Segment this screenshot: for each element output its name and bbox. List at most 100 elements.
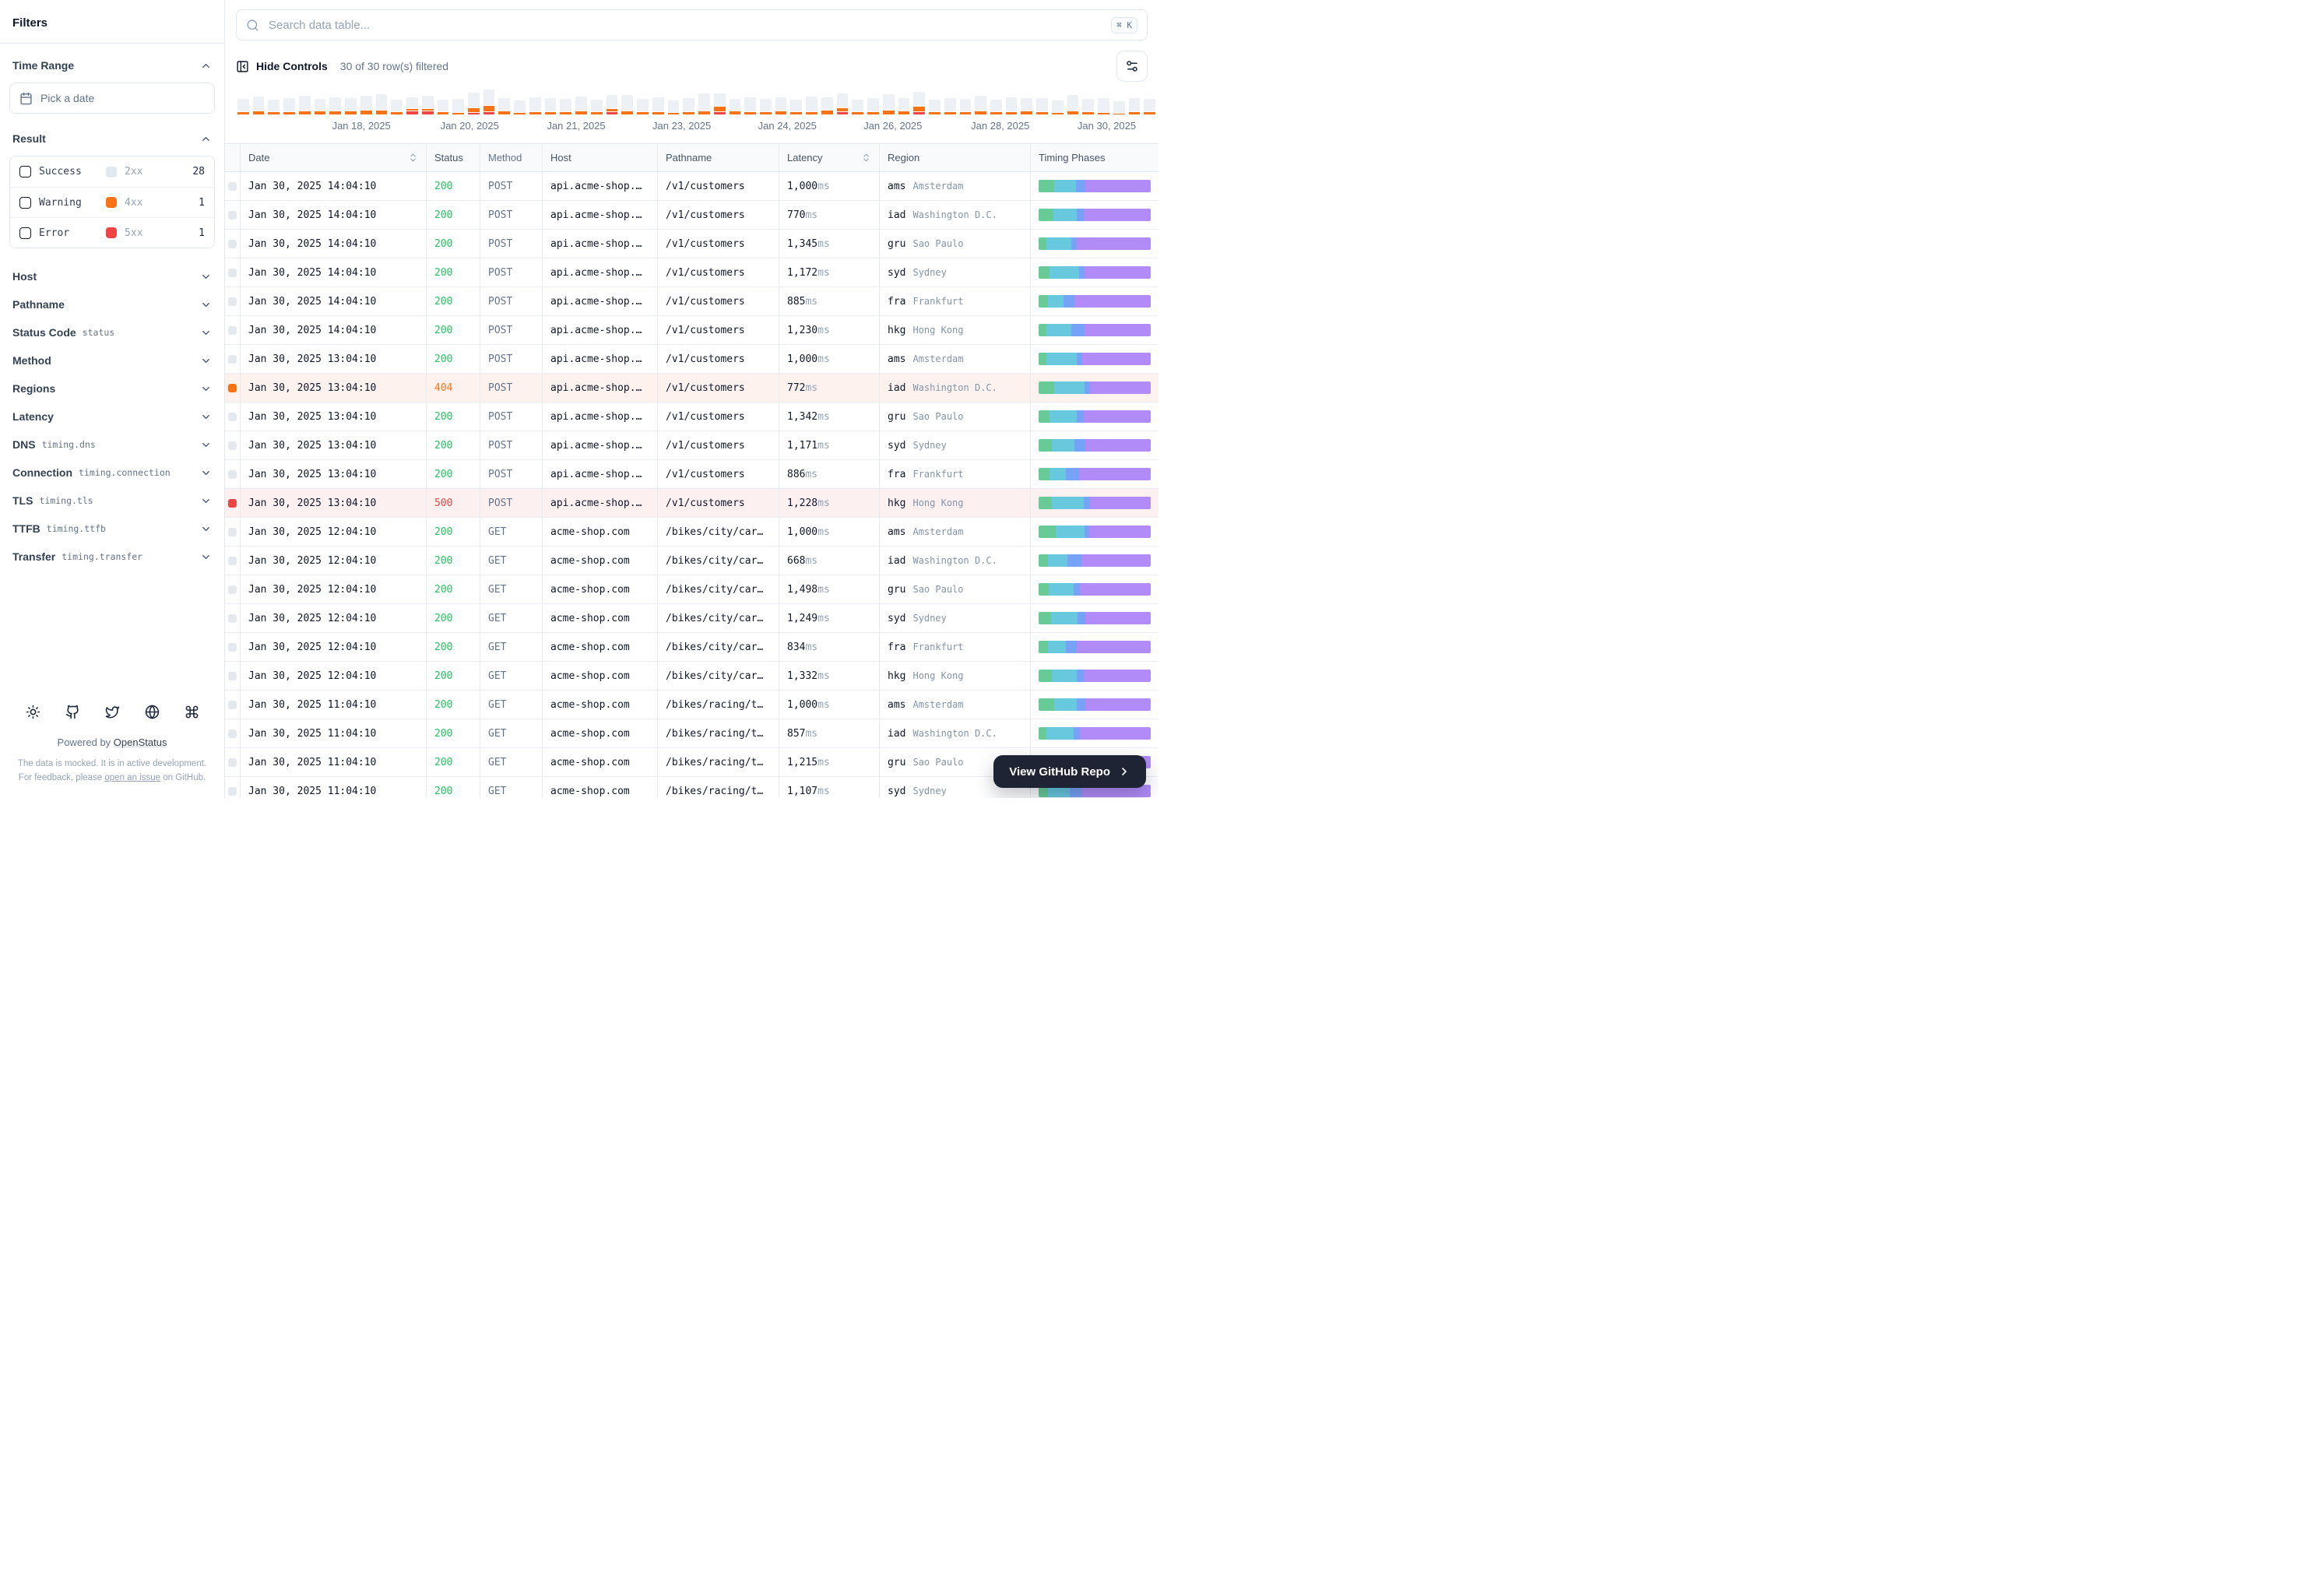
table-row[interactable]: Jan 30, 2025 14:04:10 200 POST api.acme-…: [225, 287, 1158, 316]
timeline-bar[interactable]: [529, 97, 541, 114]
table-row[interactable]: Jan 30, 2025 13:04:10 500 POST api.acme-…: [225, 489, 1158, 518]
timeline-bar[interactable]: [360, 96, 372, 114]
table-row[interactable]: Jan 30, 2025 14:04:10 200 POST api.acme-…: [225, 172, 1158, 201]
table-row[interactable]: Jan 30, 2025 13:04:10 404 POST api.acme-…: [225, 374, 1158, 403]
timeline-bar[interactable]: [1128, 98, 1141, 114]
date-picker-button[interactable]: Pick a date: [9, 83, 215, 114]
column-header-date[interactable]: Date: [240, 144, 426, 171]
section-method[interactable]: Method: [9, 346, 215, 374]
timeline-bar[interactable]: [268, 100, 280, 114]
timeline-bar[interactable]: [1113, 101, 1125, 114]
openstatus-link[interactable]: OpenStatus: [114, 736, 167, 748]
timeline-bar[interactable]: [237, 99, 249, 114]
timeline-bar[interactable]: [898, 98, 910, 114]
checkbox[interactable]: [19, 196, 31, 209]
table-row[interactable]: Jan 30, 2025 11:04:10 200 GET acme-shop.…: [225, 719, 1158, 748]
command-icon[interactable]: [183, 703, 201, 721]
table-row[interactable]: Jan 30, 2025 14:04:10 200 POST api.acme-…: [225, 230, 1158, 258]
timeline-bar[interactable]: [1082, 99, 1095, 114]
timeline-bar[interactable]: [483, 90, 495, 114]
timeline-bar[interactable]: [990, 100, 1002, 114]
timeline-bar[interactable]: [498, 98, 511, 114]
checkbox[interactable]: [19, 227, 31, 239]
table-row[interactable]: Jan 30, 2025 12:04:10 200 GET acme-shop.…: [225, 604, 1158, 633]
timeline-bar[interactable]: [621, 95, 634, 114]
timeline-bar[interactable]: [421, 96, 434, 114]
table-row[interactable]: Jan 30, 2025 14:04:10 200 POST api.acme-…: [225, 258, 1158, 287]
view-settings-button[interactable]: [1116, 51, 1148, 82]
timeline-bar[interactable]: [575, 97, 587, 114]
table-row[interactable]: Jan 30, 2025 12:04:10 200 GET acme-shop.…: [225, 662, 1158, 691]
globe-icon[interactable]: [143, 703, 161, 721]
timeline-bar[interactable]: [729, 99, 741, 114]
result-filter-option[interactable]: Success 2xx 28: [10, 156, 214, 187]
timeline-bar[interactable]: [759, 99, 772, 114]
section-status-code[interactable]: Status Code status: [9, 318, 215, 346]
section-pathname[interactable]: Pathname: [9, 290, 215, 318]
table-row[interactable]: Jan 30, 2025 11:04:10 200 GET acme-shop.…: [225, 691, 1158, 719]
timeline-bar[interactable]: [744, 97, 756, 114]
section-transfer[interactable]: Transfer timing.transfer: [9, 543, 215, 571]
section-time-range[interactable]: Time Range: [9, 51, 215, 79]
table-row[interactable]: Jan 30, 2025 13:04:10 200 POST api.acme-…: [225, 403, 1158, 431]
table-row[interactable]: Jan 30, 2025 12:04:10 200 GET acme-shop.…: [225, 575, 1158, 604]
timeline-bar[interactable]: [882, 94, 895, 114]
timeline-bar[interactable]: [698, 93, 710, 114]
timeline-bar[interactable]: [329, 97, 342, 114]
timeline-bar[interactable]: [283, 98, 295, 114]
timeline-bar[interactable]: [959, 99, 972, 114]
table-row[interactable]: Jan 30, 2025 12:04:10 200 GET acme-shop.…: [225, 547, 1158, 575]
timeline-bar[interactable]: [867, 98, 879, 114]
result-filter-option[interactable]: Error 5xx 1: [10, 217, 214, 248]
section-ttfb[interactable]: TTFB timing.ttfb: [9, 515, 215, 543]
timeline-bar[interactable]: [652, 97, 664, 114]
timeline-bar[interactable]: [806, 97, 817, 114]
section-tls[interactable]: TLS timing.tls: [9, 487, 215, 515]
timeline-bar[interactable]: [406, 97, 418, 114]
theme-toggle-sun-icon[interactable]: [24, 703, 42, 721]
timeline-bar[interactable]: [713, 93, 726, 114]
timeline-bar[interactable]: [391, 100, 403, 114]
timeline-bar[interactable]: [913, 92, 926, 114]
timeline-bar[interactable]: [252, 97, 265, 114]
timeline-bar[interactable]: [1067, 95, 1079, 114]
timeline-bar[interactable]: [1144, 99, 1156, 114]
section-latency[interactable]: Latency: [9, 403, 215, 431]
timeline-bar[interactable]: [345, 98, 357, 114]
table-row[interactable]: Jan 30, 2025 12:04:10 200 GET acme-shop.…: [225, 633, 1158, 662]
timeline-bar[interactable]: [606, 95, 618, 114]
timeline-bar[interactable]: [683, 98, 695, 114]
github-icon[interactable]: [64, 703, 82, 721]
timeline-bar[interactable]: [929, 100, 941, 114]
timeline-bar[interactable]: [1021, 98, 1033, 114]
timeline-bar[interactable]: [1036, 98, 1048, 114]
checkbox[interactable]: [19, 166, 31, 178]
timeline-bar[interactable]: [468, 93, 480, 114]
timeline-bar[interactable]: [852, 100, 864, 114]
timeline-bar[interactable]: [298, 96, 311, 114]
table-row[interactable]: Jan 30, 2025 13:04:10 200 POST api.acme-…: [225, 460, 1158, 489]
result-filter-option[interactable]: Warning 4xx 1: [10, 187, 214, 217]
timeline-bar[interactable]: [544, 98, 557, 114]
timeline-bar[interactable]: [821, 97, 833, 114]
timeline-bar[interactable]: [437, 100, 449, 114]
timeline-bar[interactable]: [836, 93, 849, 114]
timeline-bar[interactable]: [1098, 98, 1109, 114]
timeline-bar[interactable]: [514, 100, 526, 114]
timeline-bar[interactable]: [944, 98, 956, 114]
table-row[interactable]: Jan 30, 2025 13:04:10 200 POST api.acme-…: [225, 431, 1158, 460]
section-regions[interactable]: Regions: [9, 374, 215, 403]
table-row[interactable]: Jan 30, 2025 14:04:10 200 POST api.acme-…: [225, 201, 1158, 230]
section-result[interactable]: Result: [9, 125, 215, 153]
table-row[interactable]: Jan 30, 2025 14:04:10 200 POST api.acme-…: [225, 316, 1158, 345]
search-input[interactable]: [267, 17, 1104, 33]
timeline-bar[interactable]: [667, 100, 680, 114]
twitter-icon[interactable]: [104, 703, 121, 721]
timeline-bar[interactable]: [790, 100, 803, 114]
section-host[interactable]: Host: [9, 262, 215, 290]
view-github-repo-button[interactable]: View GitHub Repo: [993, 755, 1146, 788]
timeline-bar[interactable]: [452, 99, 465, 114]
column-header-latency[interactable]: Latency: [779, 144, 879, 171]
table-row[interactable]: Jan 30, 2025 13:04:10 200 POST api.acme-…: [225, 345, 1158, 374]
timeline-bar[interactable]: [1051, 100, 1064, 114]
